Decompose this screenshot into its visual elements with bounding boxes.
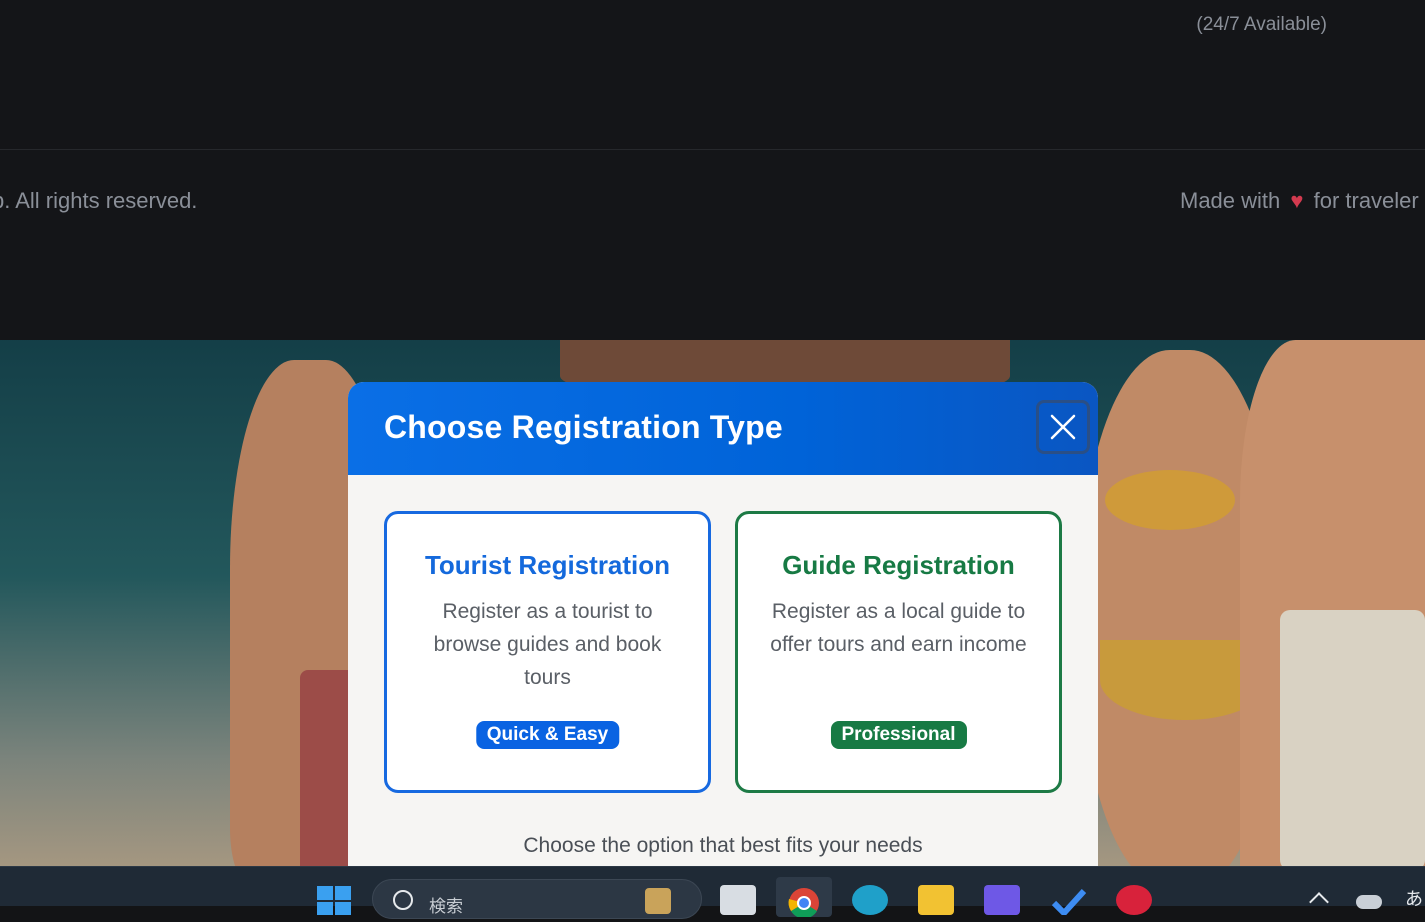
support-availability: (24/7 Available) [1196,14,1327,35]
copilot-icon[interactable] [984,885,1020,915]
chrome-icon[interactable] [776,877,832,919]
site-footer: (24/7 Available) p. All rights reserved.… [0,0,1425,340]
modal-helper-text: Choose the option that best fits your ne… [523,834,923,857]
windows-taskbar: 検索 あ [0,866,1425,919]
onedrive-icon[interactable] [1356,895,1382,909]
copyright-text: p. All rights reserved. [0,188,198,213]
made-with-text: Made with ♥ for traveler [1180,188,1419,214]
guide-card-title: Guide Registration [782,550,1015,580]
tourist-card-description: Register as a tourist to browse guides a… [433,600,662,689]
ime-indicator[interactable]: あ [1405,885,1423,911]
quick-easy-badge: Quick & Easy [475,721,620,749]
file-explorer-icon[interactable] [720,885,756,915]
footer-divider [0,149,1425,150]
todo-icon[interactable] [1050,885,1087,918]
tourist-registration-card[interactable]: Tourist Registration Register as a touri… [384,511,711,793]
heart-icon: ♥ [1290,188,1304,213]
windows-start-icon[interactable] [316,885,352,915]
made-with-prefix: Made with [1180,188,1281,213]
search-highlight-icon [645,888,671,914]
registration-options: Tourist Registration Register as a touri… [384,511,1062,793]
modal-title: Choose Registration Type [384,409,783,445]
guide-registration-card[interactable]: Guide Registration Register as a local g… [735,511,1062,793]
tourist-card-title: Tourist Registration [424,550,671,580]
edge-icon[interactable] [852,885,888,915]
professional-badge: Professional [830,721,967,749]
close-icon [1050,414,1076,440]
modal-header: Choose Registration Type [348,382,1098,475]
background-figure [1105,470,1235,530]
made-with-suffix: for traveler [1313,188,1419,213]
folder-icon[interactable] [918,885,954,915]
pinterest-icon[interactable] [1116,885,1152,915]
guide-card-description: Register as a local guide to offer tours… [770,600,1027,656]
close-button[interactable] [1036,400,1090,454]
background-figure [1280,610,1425,866]
tray-chevron-up-icon[interactable] [1309,892,1329,912]
registration-type-modal: Choose Registration Type Tourist Registr… [348,382,1098,866]
taskbar-search-box[interactable]: 検索 [372,879,702,919]
search-icon [393,890,413,910]
